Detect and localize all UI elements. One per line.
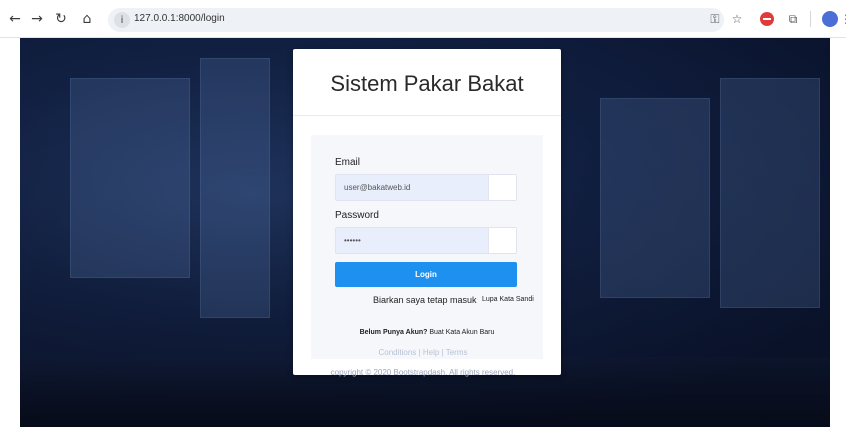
login-form: Email user@bakatweb.id Password •••••• L…: [311, 135, 543, 359]
key-icon[interactable]: ⚿: [706, 10, 724, 28]
email-field[interactable]: user@bakatweb.id: [335, 174, 517, 201]
email-field-end: [488, 175, 516, 200]
forward-arrow-icon[interactable]: →: [28, 10, 46, 28]
background-window: [200, 58, 270, 318]
profile-avatar[interactable]: [822, 11, 838, 27]
footer-link-help[interactable]: Help: [423, 348, 439, 357]
forgot-password-link[interactable]: Lupa Kata Sandi: [482, 296, 534, 303]
title-divider: [293, 115, 561, 116]
site-info-icon[interactable]: i: [114, 12, 130, 28]
password-field[interactable]: ••••••: [335, 227, 517, 254]
extension-stop-icon[interactable]: [760, 12, 774, 26]
footer-copyright: copyright © 2020 Bootstrapdash. All righ…: [330, 368, 516, 377]
login-button[interactable]: Login: [335, 262, 517, 287]
remember-me-label[interactable]: Biarkan saya tetap masuk: [373, 295, 477, 305]
footer-link-terms[interactable]: Terms: [446, 348, 468, 357]
password-label: Password: [335, 210, 379, 221]
email-value[interactable]: user@bakatweb.id: [344, 183, 410, 192]
email-label: Email: [335, 157, 361, 168]
password-field-end: [488, 228, 516, 253]
password-value[interactable]: ••••••: [344, 236, 361, 245]
kebab-menu-icon[interactable]: ⋮: [840, 10, 846, 28]
star-icon[interactable]: ☆: [728, 10, 746, 28]
home-icon[interactable]: ⌂: [78, 10, 96, 28]
signup-link[interactable]: Buat Kata Akun Baru: [429, 329, 494, 336]
background-window: [720, 78, 820, 308]
url-text[interactable]: 127.0.0.1:8000/login: [134, 13, 225, 24]
footer-links: Conditions | Help | Terms: [0, 348, 846, 357]
address-bar[interactable]: i 127.0.0.1:8000/login: [108, 8, 724, 32]
page-title: Sistem Pakar Bakat: [330, 71, 524, 96]
toolbar-separator: [810, 11, 811, 27]
back-arrow-icon[interactable]: ←: [6, 10, 24, 28]
background-window: [600, 98, 710, 298]
browser-toolbar: ← → ↻ ⌂ i 127.0.0.1:8000/login ⚿ ☆ ⧉ ⋮: [0, 0, 846, 38]
login-card: Sistem Pakar Bakat Email user@bakatweb.i…: [293, 49, 561, 375]
puzzle-icon[interactable]: ⧉: [784, 10, 802, 28]
reload-icon[interactable]: ↻: [52, 10, 70, 28]
background-window: [70, 78, 190, 278]
signup-text: Belum Punya Akun? Buat Kata Akun Baru: [311, 329, 543, 336]
footer-link-conditions[interactable]: Conditions: [379, 348, 417, 357]
signup-prompt: Belum Punya Akun?: [359, 329, 428, 336]
